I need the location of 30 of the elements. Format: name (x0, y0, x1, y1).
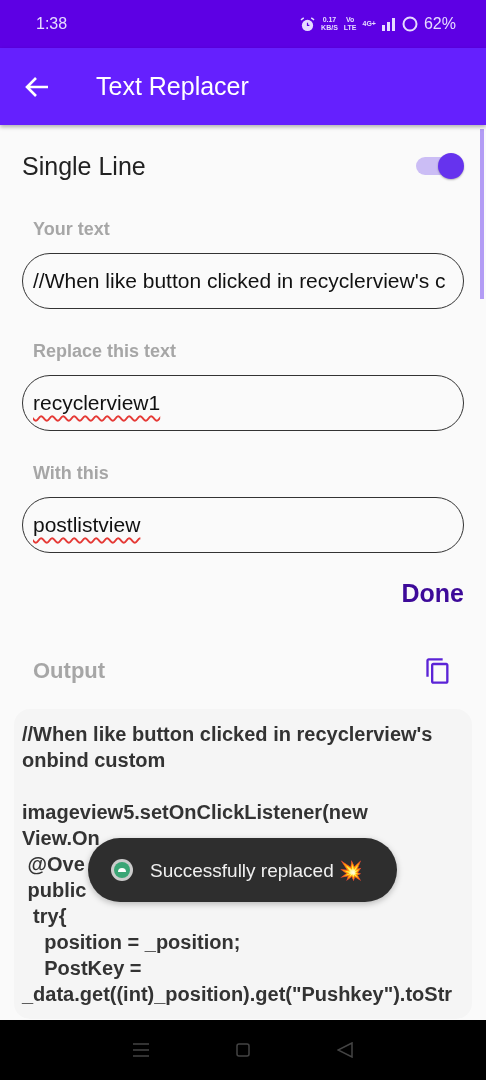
field-value: postlistview (33, 513, 141, 537)
field-label: With this (33, 463, 110, 485)
code-line: position = _position; (43, 930, 241, 955)
battery-icon (401, 16, 418, 32)
field-label: Replace this text (33, 341, 178, 363)
code-line: public (26, 878, 87, 903)
code-line: View.On (22, 826, 100, 851)
code-line: onbind custom (22, 748, 166, 773)
battery-level: 62% (423, 15, 456, 33)
code-line: imageview5.setOnClickListener(new (22, 800, 368, 825)
single-line-label: Single Line (22, 151, 146, 181)
done-button[interactable]: Done (401, 575, 464, 612)
field-value: //When like button clicked in recyclerview's c (33, 269, 446, 293)
back-arrow-icon[interactable] (24, 75, 50, 98)
code-line: try{ (32, 904, 67, 929)
code-line: //When like button clicked in recyclerview's (22, 722, 433, 747)
code-line: @Ove (26, 852, 85, 877)
signal-icon (381, 17, 396, 31)
alarm-icon (300, 16, 316, 32)
output-label: Output (33, 658, 106, 684)
app-icon (110, 858, 134, 882)
code-line: _data.get((int)_position).get("Pushkey").toStr (22, 982, 453, 1007)
field-label: Your text (33, 219, 111, 241)
status-time: 1:38 (36, 15, 69, 33)
toast-message: Successfully replaced 💥 (150, 858, 364, 882)
app-title: Text Replacer (96, 72, 249, 101)
single-line-switch[interactable] (414, 151, 464, 181)
field-value: recyclerview1 (33, 391, 161, 415)
code-line: PostKey = (43, 956, 142, 981)
copy-icon[interactable] (424, 657, 452, 685)
